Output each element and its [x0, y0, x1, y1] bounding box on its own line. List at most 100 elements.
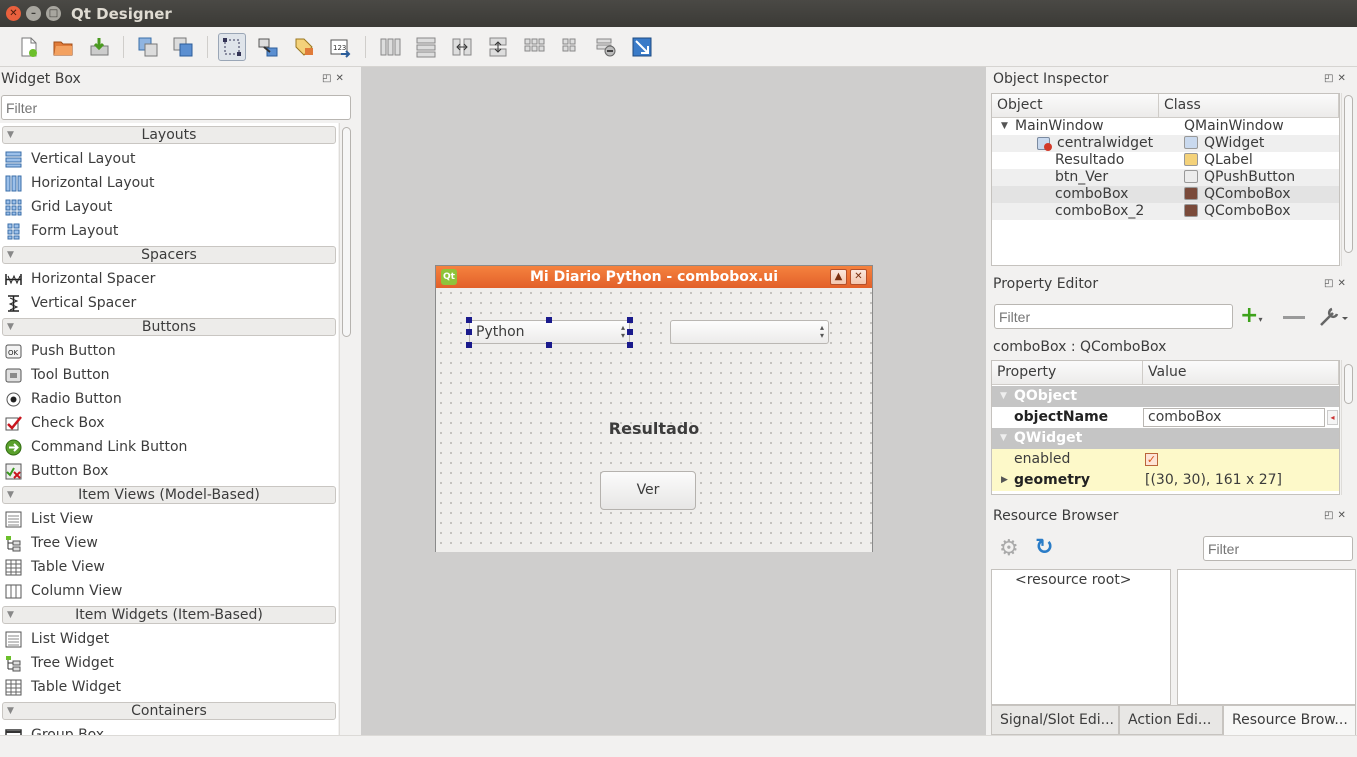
- widget-item-grid-layout[interactable]: Grid Layout: [0, 195, 338, 219]
- category-layouts[interactable]: ▼ Layouts: [2, 126, 336, 144]
- resource-root-item[interactable]: <resource root>: [1015, 572, 1132, 588]
- property-group-qobject[interactable]: ▼ QObject: [992, 386, 1339, 407]
- combobox-2[interactable]: ▴ ▾: [670, 320, 829, 344]
- widget-item-button-box[interactable]: Button Box: [0, 459, 338, 483]
- object-row-btn-ver[interactable]: btn_Ver QPushButton: [992, 169, 1339, 186]
- selection-handle[interactable]: [466, 329, 472, 335]
- collapse-arrow-icon[interactable]: ▶: [1001, 470, 1008, 491]
- form-canvas[interactable]: Python ▴ ▾ ▴ ▾ Resultado Ver: [436, 288, 872, 552]
- widget-item-tree-view[interactable]: Tree View: [0, 531, 338, 555]
- new-file-icon[interactable]: [14, 33, 42, 61]
- lay-out-in-grid-icon[interactable]: [520, 33, 548, 61]
- property-row-enabled[interactable]: enabled ✓: [992, 449, 1339, 470]
- property-filter[interactable]: [994, 304, 1233, 329]
- property-row-objectname[interactable]: objectName comboBox ◂: [992, 407, 1339, 428]
- category-spacers[interactable]: ▼ Spacers: [2, 246, 336, 264]
- widget-box-filter[interactable]: [1, 95, 351, 120]
- widget-item-table-widget[interactable]: Table Widget: [0, 675, 338, 699]
- resource-filter[interactable]: [1203, 536, 1353, 561]
- enabled-checkbox[interactable]: ✓: [1145, 453, 1158, 466]
- property-editor-scroll-thumb[interactable]: [1344, 364, 1353, 404]
- send-to-back-icon[interactable]: [134, 33, 162, 61]
- property-editor-scrollbar[interactable]: [1341, 360, 1356, 495]
- expand-arrow-icon[interactable]: ▼: [7, 247, 14, 263]
- open-file-icon[interactable]: [49, 33, 77, 61]
- widget-item-check-box[interactable]: Check Box: [0, 411, 338, 435]
- category-containers[interactable]: ▼ Containers: [2, 702, 336, 720]
- save-file-icon[interactable]: [85, 33, 113, 61]
- widget-item-vertical-spacer[interactable]: Vertical Spacer: [0, 291, 338, 315]
- objectname-value-input[interactable]: comboBox: [1143, 408, 1325, 427]
- bring-to-front-icon[interactable]: [169, 33, 197, 61]
- widget-item-form-layout[interactable]: Form Layout: [0, 219, 338, 243]
- maximize-window-button[interactable]: □: [46, 6, 61, 21]
- property-editor-dock-buttons[interactable]: ◰✕: [1324, 278, 1350, 289]
- lay-out-horizontally-icon[interactable]: [376, 33, 404, 61]
- lay-out-horizontally-splitter-icon[interactable]: [448, 33, 476, 61]
- object-row-mainwindow[interactable]: ▼ MainWindow QMainWindow: [992, 118, 1339, 135]
- widget-item-column-view[interactable]: Column View: [0, 579, 338, 603]
- lay-out-vertically-icon[interactable]: [412, 33, 440, 61]
- widget-item-command-link-button[interactable]: Command Link Button: [0, 435, 338, 459]
- object-row-combobox-2[interactable]: comboBox_2 QComboBox: [992, 203, 1339, 220]
- property-group-qwidget[interactable]: ▼ QWidget: [992, 428, 1339, 449]
- form-window-titlebar[interactable]: Qt Mi Diario Python - combobox.ui ▲ ✕: [436, 266, 872, 288]
- category-item-views-model-based[interactable]: ▼ Item Views (Model-Based): [2, 486, 336, 504]
- class-column-header[interactable]: Class: [1159, 94, 1339, 118]
- widget-box-dock-buttons[interactable]: ◰✕: [322, 73, 348, 84]
- widget-item-push-button[interactable]: OK Push Button: [0, 339, 338, 363]
- widget-item-horizontal-spacer[interactable]: Horizontal Spacer: [0, 267, 338, 291]
- expand-arrow-icon[interactable]: ▼: [7, 607, 14, 623]
- object-row-centralwidget[interactable]: ▼centralwidgetQWidget: [992, 135, 1339, 152]
- selection-handle[interactable]: [546, 342, 552, 348]
- configure-property-editor-icon[interactable]: [1318, 305, 1348, 331]
- widget-item-tree-widget[interactable]: Tree Widget: [0, 651, 338, 675]
- edit-widgets-icon[interactable]: [218, 33, 246, 61]
- edit-buddies-icon[interactable]: [290, 33, 318, 61]
- widget-item-group-box[interactable]: Group Box: [0, 723, 338, 735]
- object-row-combobox[interactable]: comboBox QComboBox: [992, 186, 1339, 203]
- reset-property-icon[interactable]: ◂: [1327, 410, 1338, 425]
- edit-tab-order-icon[interactable]: 123: [326, 33, 354, 61]
- selection-handle[interactable]: [466, 317, 472, 323]
- object-inspector-scroll-thumb[interactable]: [1344, 95, 1353, 253]
- combobox-1[interactable]: Python ▴ ▾: [469, 320, 630, 344]
- selection-handle[interactable]: [627, 317, 633, 323]
- widget-item-radio-button[interactable]: Radio Button: [0, 387, 338, 411]
- widget-item-list-view[interactable]: List View: [0, 507, 338, 531]
- form-window[interactable]: Qt Mi Diario Python - combobox.ui ▲ ✕ Py…: [435, 265, 873, 552]
- value-column-header[interactable]: Value: [1143, 361, 1339, 385]
- widget-item-tool-button[interactable]: Tool Button: [0, 363, 338, 387]
- lay-out-in-form-icon[interactable]: [556, 33, 584, 61]
- close-window-button[interactable]: ✕: [6, 6, 21, 21]
- tab-signal-slot-editor[interactable]: Signal/Slot Edi...: [991, 705, 1119, 735]
- minimize-window-button[interactable]: –: [26, 6, 41, 21]
- add-dynamic-property-icon[interactable]: +▾: [1240, 305, 1262, 331]
- widget-box-scrollbar[interactable]: [339, 123, 354, 735]
- object-column-header[interactable]: Object: [992, 94, 1159, 118]
- property-row-geometry[interactable]: ▶ geometry [(30, 30), 161 x 27]: [992, 470, 1339, 491]
- adjust-size-icon[interactable]: [628, 33, 656, 61]
- expand-arrow-icon[interactable]: ▼: [1000, 386, 1007, 407]
- form-close-button[interactable]: ✕: [850, 269, 867, 285]
- resource-browser-dock-buttons[interactable]: ◰✕: [1324, 510, 1350, 521]
- widget-item-horizontal-layout[interactable]: Horizontal Layout: [0, 171, 338, 195]
- object-row-resultado[interactable]: Resultado QLabel: [992, 152, 1339, 169]
- ver-button[interactable]: Ver: [600, 471, 696, 510]
- widget-item-list-widget[interactable]: List Widget: [0, 627, 338, 651]
- property-column-header[interactable]: Property: [992, 361, 1143, 385]
- reload-icon[interactable]: ↻: [1035, 537, 1053, 559]
- selection-handle[interactable]: [627, 329, 633, 335]
- remove-property-icon[interactable]: [1283, 316, 1305, 319]
- selection-handle[interactable]: [466, 342, 472, 348]
- break-layout-icon[interactable]: [592, 33, 620, 61]
- category-buttons[interactable]: ▼ Buttons: [2, 318, 336, 336]
- selection-handle[interactable]: [546, 317, 552, 323]
- widget-item-table-view[interactable]: Table View: [0, 555, 338, 579]
- expand-arrow-icon[interactable]: ▼: [7, 127, 14, 143]
- object-inspector-scrollbar[interactable]: [1341, 93, 1356, 266]
- expand-arrow-icon[interactable]: ▼: [7, 319, 14, 335]
- edit-signals-slots-icon[interactable]: [254, 33, 282, 61]
- category-item-widgets-item-based[interactable]: ▼ Item Widgets (Item-Based): [2, 606, 336, 624]
- selection-handle[interactable]: [627, 342, 633, 348]
